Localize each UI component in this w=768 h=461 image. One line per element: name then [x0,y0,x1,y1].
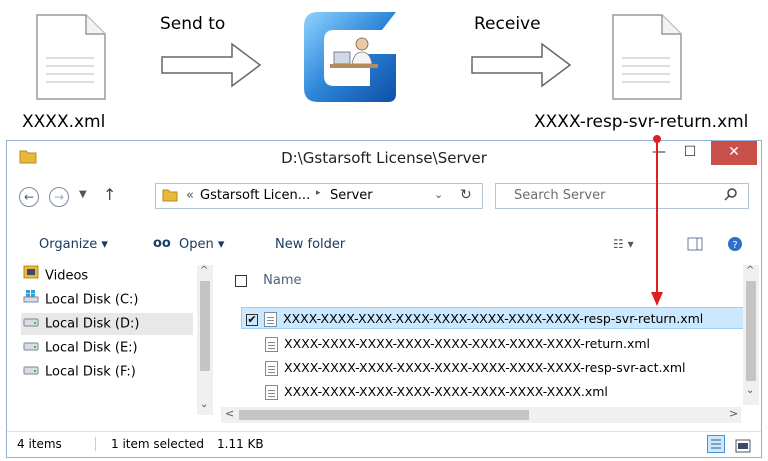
column-name-label: Name [263,273,302,288]
file-name: XXXX-XXXX-XXXX-XXXX-XXXX-XXXX-XXXX-XXXX.… [284,384,608,399]
selection-size: 1.11 KB [217,437,264,451]
file-name: XXXX-XXXX-XXXX-XXXX-XXXX-XXXX-XXXX-XXXX-… [284,336,651,351]
nav-item-local-disk-c[interactable]: Local Disk (C:) [23,289,138,311]
drive-icon [23,361,39,383]
xml-file-icon [265,385,278,400]
organize-button[interactable]: Organize ▾ [39,237,108,252]
nav-label: Local Disk (D:) [45,316,140,332]
windows-drive-icon [23,289,39,311]
file-name: XXXX-XXXX-XXXX-XXXX-XXXX-XXXX-XXXX-XXXX-… [284,360,686,375]
file-name: XXXX-XXXX-XXXX-XXXX-XXXX-XXXX-XXXX-XXXX-… [283,311,704,326]
details-view-icon[interactable] [707,435,725,461]
source-file-label: XXXX.xml [22,112,106,132]
item-count: 4 items [17,437,62,451]
nav-item-local-disk-e[interactable]: Local Disk (E:) [23,337,138,359]
scroll-right-icon[interactable]: > [729,407,738,420]
file-scroll-thumb[interactable] [746,281,756,381]
address-bar[interactable]: « Gstarsoft Licen... ▸ Server ⌄ ↻ [155,183,483,209]
address-overflow[interactable]: « [186,188,194,203]
explorer-window: D:\Gstarsoft License\Server — ☐ ✕ ← → ▼ … [6,140,762,458]
close-button[interactable]: ✕ [711,141,757,165]
h-scroll-thumb[interactable] [239,410,529,420]
navigation-pane: Videos Local Disk (C:) Local Disk (D:) L… [7,265,219,425]
receive-label: Receive [474,14,541,34]
result-file-label: XXXX-resp-svr-return.xml [534,112,749,132]
file-row[interactable]: XXXX-XXXX-XXXX-XXXX-XXXX-XXXX-XXXX-XXXX-… [243,333,650,355]
forward-button[interactable]: → [49,187,69,207]
preview-pane-icon[interactable] [687,236,703,256]
search-placeholder: Search Server [514,188,606,203]
xml-file-icon [265,361,278,376]
file-row[interactable]: XXXX-XXXX-XXXX-XXXX-XXXX-XXXX-XXXX-XXXX.… [243,381,608,403]
open-icon: oo [153,236,171,251]
new-folder-button[interactable]: New folder [275,237,345,252]
refresh-icon[interactable]: ↻ [460,187,472,203]
nav-scroll-thumb[interactable] [200,281,210,371]
recent-dropdown-icon[interactable]: ▼ [79,189,87,200]
source-document-icon [36,14,106,104]
scroll-left-icon[interactable]: < [225,407,234,420]
send-arrow-icon [160,42,264,92]
scroll-up-icon[interactable]: ^ [200,265,208,276]
receive-arrow-icon [470,42,574,92]
back-button[interactable]: ← [19,187,39,207]
scroll-down-icon[interactable]: ⌄ [746,385,754,396]
open-button[interactable]: Open ▾ [179,237,224,252]
search-icon[interactable] [724,187,738,205]
breadcrumb-server[interactable]: Server [330,188,373,203]
xml-file-icon [264,312,277,327]
nav-label: Local Disk (E:) [45,340,138,356]
command-bar: Organize ▾ oo Open ▾ New folder ☷ ▾ ? [7,231,761,259]
drive-icon [23,313,39,335]
result-document-icon [612,14,682,104]
breadcrumb-gstarsoft[interactable]: Gstarsoft Licen... [200,188,310,203]
file-row[interactable]: XXXX-XXXX-XXXX-XXXX-XXXX-XXXX-XXXX-XXXX-… [243,357,686,379]
row-checkbox[interactable]: ✔ [246,313,258,326]
address-dropdown-icon[interactable]: ⌄ [434,188,443,201]
status-bar: 4 items 1 item selected 1.11 KB [7,431,761,458]
view-options-icon[interactable]: ☷ ▾ [613,237,634,251]
scroll-down-icon[interactable]: ⌄ [200,399,208,410]
nav-scrollbar[interactable]: ^ ⌄ [197,265,213,415]
xml-file-icon [265,337,278,352]
svg-text:?: ? [732,240,737,251]
nav-label: Local Disk (C:) [45,292,139,308]
maximize-button[interactable]: ☐ [675,141,705,165]
nav-label: Local Disk (F:) [45,364,136,380]
navigation-bar: ← → ▼ ↑ « Gstarsoft Licen... ▸ Server ⌄ … [7,179,761,215]
folder-icon [162,188,178,206]
nav-item-videos[interactable]: Videos [23,265,88,287]
large-icons-view-icon[interactable] [735,437,751,461]
license-server-logo [300,6,406,110]
file-list-vertical-scrollbar[interactable]: ^ ⌄ [743,265,759,405]
select-all-checkbox[interactable] [235,274,247,287]
annotation-arrow [650,134,664,312]
up-arrow-icon[interactable]: ↑ [103,185,116,204]
nav-label: Videos [45,268,89,284]
file-row[interactable]: ✔ XXXX-XXXX-XXXX-XXXX-XXXX-XXXX-XXXX-XXXX… [241,307,747,329]
drive-icon [23,337,39,359]
selection-status: 1 item selected [111,437,205,451]
send-to-label: Send to [160,14,226,34]
scroll-up-icon[interactable]: ^ [746,265,754,276]
title-bar[interactable]: D:\Gstarsoft License\Server — ☐ ✕ [7,141,761,175]
status-divider [95,437,96,451]
search-input[interactable]: Search Server [495,183,749,209]
breadcrumb-separator[interactable]: ▸ [316,188,321,198]
nav-item-local-disk-d[interactable]: Local Disk (D:) [21,313,193,335]
file-list-horizontal-scrollbar[interactable]: < > [221,407,741,423]
nav-item-local-disk-f[interactable]: Local Disk (F:) [23,361,136,383]
help-icon[interactable]: ? [727,236,743,256]
videos-folder-icon [23,265,39,287]
